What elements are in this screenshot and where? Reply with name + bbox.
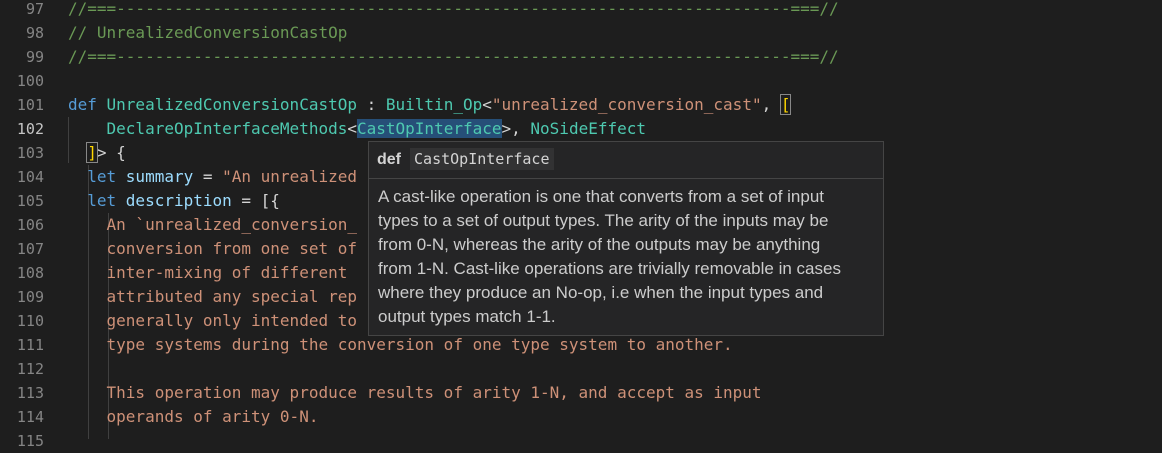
line-number: 99: [25, 48, 44, 66]
code-token: summary: [125, 167, 194, 186]
code-text: ]> {: [68, 141, 126, 165]
code-text: DeclareOpInterfaceMethods<CastOpInterfac…: [68, 117, 646, 141]
code-token: //===-----------------------------------…: [68, 0, 839, 18]
line-number: 104: [16, 168, 44, 186]
code-line[interactable]: 97 //===---------------------------------…: [0, 0, 1162, 21]
code-text: def UnrealizedConversionCastOp : Builtin…: [68, 93, 792, 117]
code-token: <: [347, 119, 357, 138]
code-token: An `unrealized_conversion_: [68, 215, 357, 234]
hover-doc-line: A cast-like operation is one that conver…: [378, 187, 825, 206]
code-line[interactable]: 100: [0, 69, 1162, 93]
code-token: DeclareOpInterfaceMethods: [106, 119, 348, 138]
code-text: //===-----------------------------------…: [68, 45, 839, 69]
hover-documentation: A cast-like operation is one that conver…: [369, 179, 883, 329]
code-line[interactable]: 115: [0, 429, 1162, 453]
code-line[interactable]: 98 // UnrealizedConversionCastOp: [0, 21, 1162, 45]
line-number: 98: [25, 24, 44, 42]
code-token: > {: [96, 143, 126, 162]
code-line[interactable]: 99 //===---------------------------------…: [0, 45, 1162, 69]
code-line[interactable]: 112: [0, 357, 1162, 381]
code-token: [: [779, 94, 792, 115]
code-token: //===-----------------------------------…: [68, 47, 839, 66]
code-text: conversion from one set of: [68, 237, 357, 261]
code-token: inter-mixing of different: [68, 263, 348, 282]
line-number: 102: [16, 120, 44, 138]
code-text: //===-----------------------------------…: [68, 0, 839, 21]
hover-doc-line: from 0-N, whereas the arity of the outpu…: [378, 235, 821, 254]
line-number: 111: [16, 336, 44, 354]
code-text: inter-mixing of different: [68, 261, 348, 285]
line-number: 107: [16, 240, 44, 258]
hover-symbol-name: CastOpInterface: [410, 148, 554, 170]
hover-doc-line: where they produce an No-op, i.e when th…: [378, 283, 824, 302]
code-line[interactable]: 113 This operation may produce results o…: [0, 381, 1162, 405]
line-number: 115: [16, 432, 44, 450]
code-token: attributed any special rep: [68, 287, 357, 306]
hover-doc-line: output types match 1-1.: [378, 307, 556, 326]
code-token: This operation may produce results of ar…: [68, 383, 762, 402]
code-text: let description = [{: [68, 189, 280, 213]
code-text: operands of arity 0-N.: [68, 405, 319, 429]
line-number: 100: [16, 72, 44, 90]
line-number: 106: [16, 216, 44, 234]
code-token: UnrealizedConversionCastOp: [106, 95, 357, 114]
code-token: NoSideEffect: [530, 119, 646, 138]
line-number: 112: [16, 360, 44, 378]
code-token: def: [68, 95, 107, 114]
hover-doc-line: from 1-N. Cast-like operations are trivi…: [378, 259, 841, 278]
code-token: ]: [86, 142, 98, 163]
code-token: conversion from one set of: [68, 239, 357, 258]
code-token: "An unrealized: [222, 167, 357, 186]
code-token: "unrealized_conversion_cast": [491, 95, 762, 114]
code-token: CastOpInterface: [357, 119, 502, 138]
line-number: 101: [16, 96, 44, 114]
code-token: =: [193, 167, 223, 186]
code-token: ,: [761, 95, 781, 114]
code-token: let: [87, 167, 126, 186]
code-token: type systems during the conversion of on…: [68, 335, 733, 354]
code-line[interactable]: 102 DeclareOpInterfaceMethods<CastOpInte…: [0, 117, 1162, 141]
line-number: 105: [16, 192, 44, 210]
hover-tooltip: def CastOpInterface A cast-like operatio…: [368, 141, 884, 336]
line-number: 97: [25, 0, 44, 18]
line-number: 108: [16, 264, 44, 282]
code-text: An `unrealized_conversion_: [68, 213, 357, 237]
code-line[interactable]: 101 def UnrealizedConversionCastOp : Buil…: [0, 93, 1162, 117]
line-number: 110: [16, 312, 44, 330]
line-number: 109: [16, 288, 44, 306]
code-text: // UnrealizedConversionCastOp: [68, 21, 347, 45]
code-token: let: [87, 191, 126, 210]
hover-signature: def CastOpInterface: [369, 142, 883, 179]
code-token: operands of arity 0-N.: [68, 407, 319, 426]
code-text: let summary = "An unrealized: [68, 165, 357, 189]
line-number: 114: [16, 408, 44, 426]
code-text: attributed any special rep: [68, 285, 357, 309]
code-line[interactable]: 111 type systems during the conversion o…: [0, 333, 1162, 357]
code-text: type systems during the conversion of on…: [68, 333, 733, 357]
code-token: <: [482, 95, 492, 114]
code-token: Builtin_Op: [385, 95, 483, 114]
hover-doc-line: types to a set of output types. The arit…: [378, 211, 829, 230]
code-token: :: [356, 95, 386, 114]
code-token: description: [125, 191, 232, 210]
code-token: >,: [501, 119, 531, 138]
code-token: = [{: [231, 191, 280, 210]
code-line[interactable]: 114 operands of arity 0-N.: [0, 405, 1162, 429]
hover-keyword: def: [377, 151, 401, 168]
code-token: generally only intended to: [68, 311, 357, 330]
code-text: This operation may produce results of ar…: [68, 381, 762, 405]
line-number: 103: [16, 144, 44, 162]
code-text: generally only intended to: [68, 309, 357, 333]
code-token: // UnrealizedConversionCastOp: [68, 23, 348, 42]
line-number: 113: [16, 384, 44, 402]
